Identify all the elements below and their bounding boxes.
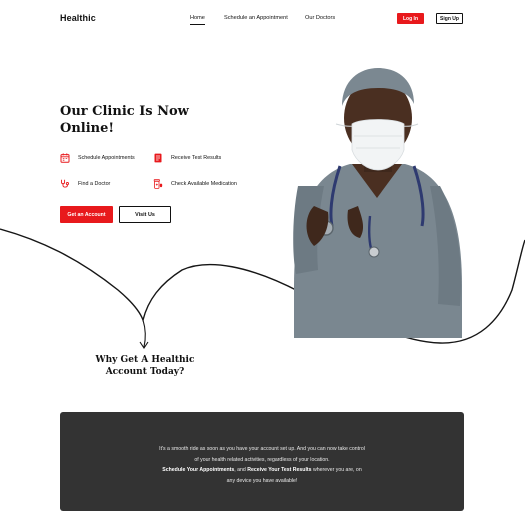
hero-title-line-2: Online! <box>60 121 115 136</box>
feature-check-medication: Check Available Medication <box>153 179 237 189</box>
visit-us-button[interactable]: Visit Us <box>119 206 171 223</box>
calendar-icon <box>60 153 70 163</box>
top-nav: Healthic Home Schedule an Appointment Ou… <box>0 0 525 38</box>
info-card: It's a smooth ride as soon as you have y… <box>60 412 464 511</box>
feature-receive-test-results: Receive Test Results <box>153 153 221 163</box>
feature-schedule-appointments: Schedule Appointments <box>60 153 135 163</box>
feature-label: Schedule Appointments <box>78 155 135 161</box>
stethoscope-icon <box>61 179 69 188</box>
info-text-part-1: It's a smooth ride as soon as you have y… <box>159 446 365 463</box>
test-results-icon <box>154 153 162 163</box>
why-heading: Why Get A Healthic Account Today? <box>70 354 220 378</box>
logo[interactable]: Healthic <box>60 13 96 23</box>
feature-label: Receive Test Results <box>171 155 222 161</box>
nav-link-schedule-appointment[interactable]: Schedule an Appointment <box>224 15 288 21</box>
info-text-bold-1: Schedule Your Appointments <box>162 467 235 473</box>
signup-button[interactable]: Sign Up <box>436 13 463 24</box>
why-heading-line-1: Why Get A Healthic <box>95 355 195 365</box>
info-text-bold-2: Receive Your Test Results <box>247 467 312 473</box>
medication-icon <box>153 179 163 189</box>
info-text-part-2: , and <box>234 467 248 473</box>
doctor-image <box>293 68 462 338</box>
why-heading-line-2: Account Today? <box>105 367 185 377</box>
info-text: It's a smooth ride as soon as you have y… <box>60 444 464 486</box>
login-button[interactable]: Log In <box>397 13 424 24</box>
get-account-button[interactable]: Get an Account <box>60 206 113 223</box>
hero-title-line-1: Our Clinic Is Now <box>60 104 189 119</box>
hero-title: Our Clinic Is Now Online! <box>60 103 220 137</box>
nav-link-home[interactable]: Home <box>190 15 205 25</box>
nav-link-our-doctors[interactable]: Our Doctors <box>305 15 335 21</box>
feature-label: Check Available Medication <box>171 181 237 187</box>
feature-find-doctor: Find a Doctor <box>60 179 110 189</box>
feature-label: Find a Doctor <box>78 181 111 187</box>
